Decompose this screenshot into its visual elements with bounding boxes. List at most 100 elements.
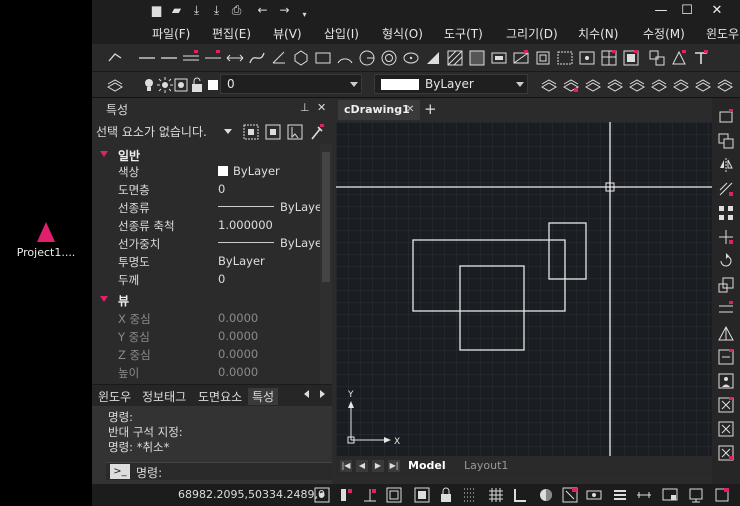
text-icon[interactable] — [692, 49, 710, 67]
menu-modify[interactable]: 수정(M) — [643, 25, 685, 42]
layer-freeze-selected-icon[interactable] — [628, 76, 646, 94]
scrollbar-thumb[interactable] — [322, 152, 330, 282]
copy-icon[interactable] — [717, 132, 735, 150]
layer-previous-icon[interactable] — [540, 76, 558, 94]
layer-off-icon[interactable] — [650, 76, 668, 94]
prop-row[interactable]: 색상 ByLayer — [92, 163, 318, 181]
ortho-icon[interactable] — [338, 487, 354, 503]
spline-icon[interactable] — [248, 49, 266, 67]
offset-icon[interactable] — [717, 180, 735, 198]
tab-layout1[interactable]: Layout1 — [464, 459, 508, 472]
desktop-shortcut[interactable]: Project1.... — [10, 222, 82, 259]
rotate-icon[interactable] — [717, 252, 735, 270]
menu-insert[interactable]: 삽입(I) — [324, 25, 359, 42]
new-tab-button[interactable]: + — [424, 100, 437, 118]
menu-tools[interactable]: 도구(T) — [444, 25, 483, 42]
selection-select[interactable]: 선택 요소가 없습니다. — [96, 122, 234, 142]
dynamic-input-icon[interactable] — [586, 487, 602, 503]
fullscreen-icon[interactable] — [688, 487, 704, 503]
explode-icon[interactable] — [717, 444, 735, 462]
hatch-icon[interactable] — [446, 49, 464, 67]
quick-select-icon[interactable] — [308, 123, 326, 141]
tab-properties[interactable]: 특성 — [248, 388, 279, 405]
maximize-button[interactable]: ☐ — [674, 2, 700, 20]
break-icon[interactable] — [717, 372, 735, 390]
insert-block-icon[interactable] — [648, 49, 666, 67]
layer-delete-icon[interactable] — [716, 76, 734, 94]
properties-scrollbar[interactable] — [320, 144, 332, 384]
otrack-icon[interactable] — [414, 487, 430, 503]
prev-layout-icon[interactable]: ◀ — [356, 460, 368, 472]
qat-dropdown-icon[interactable]: ▾ — [298, 8, 311, 21]
menu-edit[interactable]: 편집(E) — [212, 25, 251, 42]
menu-dimension[interactable]: 치수(N) — [578, 25, 618, 42]
wipeout-icon[interactable] — [512, 49, 530, 67]
customize-icon[interactable] — [714, 487, 730, 503]
tab-window[interactable]: 윈도우 — [98, 388, 131, 405]
layer-walk-icon[interactable] — [606, 76, 624, 94]
prop-row[interactable]: 선종류 축척 1.000000 — [92, 217, 318, 235]
tab-drawing[interactable]: cDrawing1 ✕ — [338, 100, 420, 120]
layer-lock-selected-icon[interactable] — [672, 76, 690, 94]
ray-icon[interactable] — [204, 49, 222, 67]
layer-match-icon[interactable] — [562, 76, 580, 94]
move-icon[interactable] — [717, 228, 735, 246]
transparency-icon[interactable] — [538, 487, 554, 503]
rectangle-icon[interactable] — [314, 49, 332, 67]
donut-icon[interactable] — [380, 49, 398, 67]
selection-cycling-icon[interactable] — [562, 487, 578, 503]
layer-isolate-icon[interactable] — [584, 76, 602, 94]
drawing-canvas[interactable]: Y X — [336, 122, 712, 456]
viewport-icon[interactable] — [662, 487, 678, 503]
group-view[interactable]: 뷰 — [92, 291, 332, 309]
tab-info-tag[interactable]: 정보태그 — [142, 388, 186, 405]
tab-model[interactable]: Model — [408, 459, 446, 472]
region-icon[interactable] — [490, 49, 508, 67]
stretch-icon[interactable] — [717, 300, 735, 318]
dimension-line-icon[interactable] — [226, 49, 244, 67]
last-layout-icon[interactable]: ▶| — [388, 460, 400, 472]
solid-fill-icon[interactable] — [424, 49, 442, 67]
menu-view[interactable]: 뷰(V) — [273, 25, 302, 42]
print-icon[interactable]: ⎙ — [230, 4, 243, 17]
arc-icon[interactable] — [336, 49, 354, 67]
erase-icon[interactable] — [717, 108, 735, 126]
snap-icon[interactable] — [314, 487, 330, 503]
pin-icon[interactable]: ⊥ — [300, 101, 310, 114]
close-button[interactable]: ✕ — [704, 2, 730, 20]
polygon-icon[interactable] — [292, 49, 310, 67]
multiline-icon[interactable] — [182, 49, 200, 67]
color-select[interactable]: ByLayer — [374, 74, 528, 94]
select-cursor-icon[interactable] — [286, 123, 304, 141]
array-icon[interactable] — [717, 204, 735, 222]
boundary-icon[interactable] — [534, 49, 552, 67]
prop-row[interactable]: 도면층 0 — [92, 181, 318, 199]
prop-row[interactable]: 선종류 ByLayer — [92, 199, 327, 217]
revision-cloud-icon[interactable] — [556, 49, 574, 67]
layer-select[interactable]: 0 — [220, 74, 362, 94]
first-layout-icon[interactable]: |◀ — [340, 460, 352, 472]
scale-icon[interactable] — [717, 276, 735, 294]
layer-unlock-icon[interactable] — [694, 76, 712, 94]
menu-file[interactable]: 파일(F) — [152, 25, 190, 42]
sketch-icon[interactable] — [270, 49, 288, 67]
block-icon[interactable] — [622, 49, 640, 67]
point-icon[interactable] — [578, 49, 596, 67]
layer-manager-icon[interactable] — [106, 76, 124, 94]
close-icon[interactable]: ✕ — [317, 101, 326, 114]
redo-icon[interactable]: → — [278, 4, 291, 17]
toggle-pickadd-icon[interactable] — [242, 123, 260, 141]
new-file-icon[interactable]: ▆ — [150, 4, 163, 17]
construction-line-icon[interactable] — [160, 49, 178, 67]
save-as-icon[interactable]: ⤓ — [210, 4, 223, 17]
menu-window[interactable]: 윈도우 — [706, 25, 739, 42]
table-icon[interactable] — [600, 49, 618, 67]
smart-line-icon[interactable] — [106, 49, 124, 67]
osnap-icon[interactable] — [386, 487, 402, 503]
polar-icon[interactable] — [362, 487, 378, 503]
next-layout-icon[interactable]: ▶ — [372, 460, 384, 472]
attribute-icon[interactable] — [670, 49, 688, 67]
lineweight-icon[interactable] — [512, 487, 528, 503]
model-space[interactable]: Y X — [336, 122, 712, 456]
open-folder-icon[interactable]: ▰ — [170, 4, 183, 17]
